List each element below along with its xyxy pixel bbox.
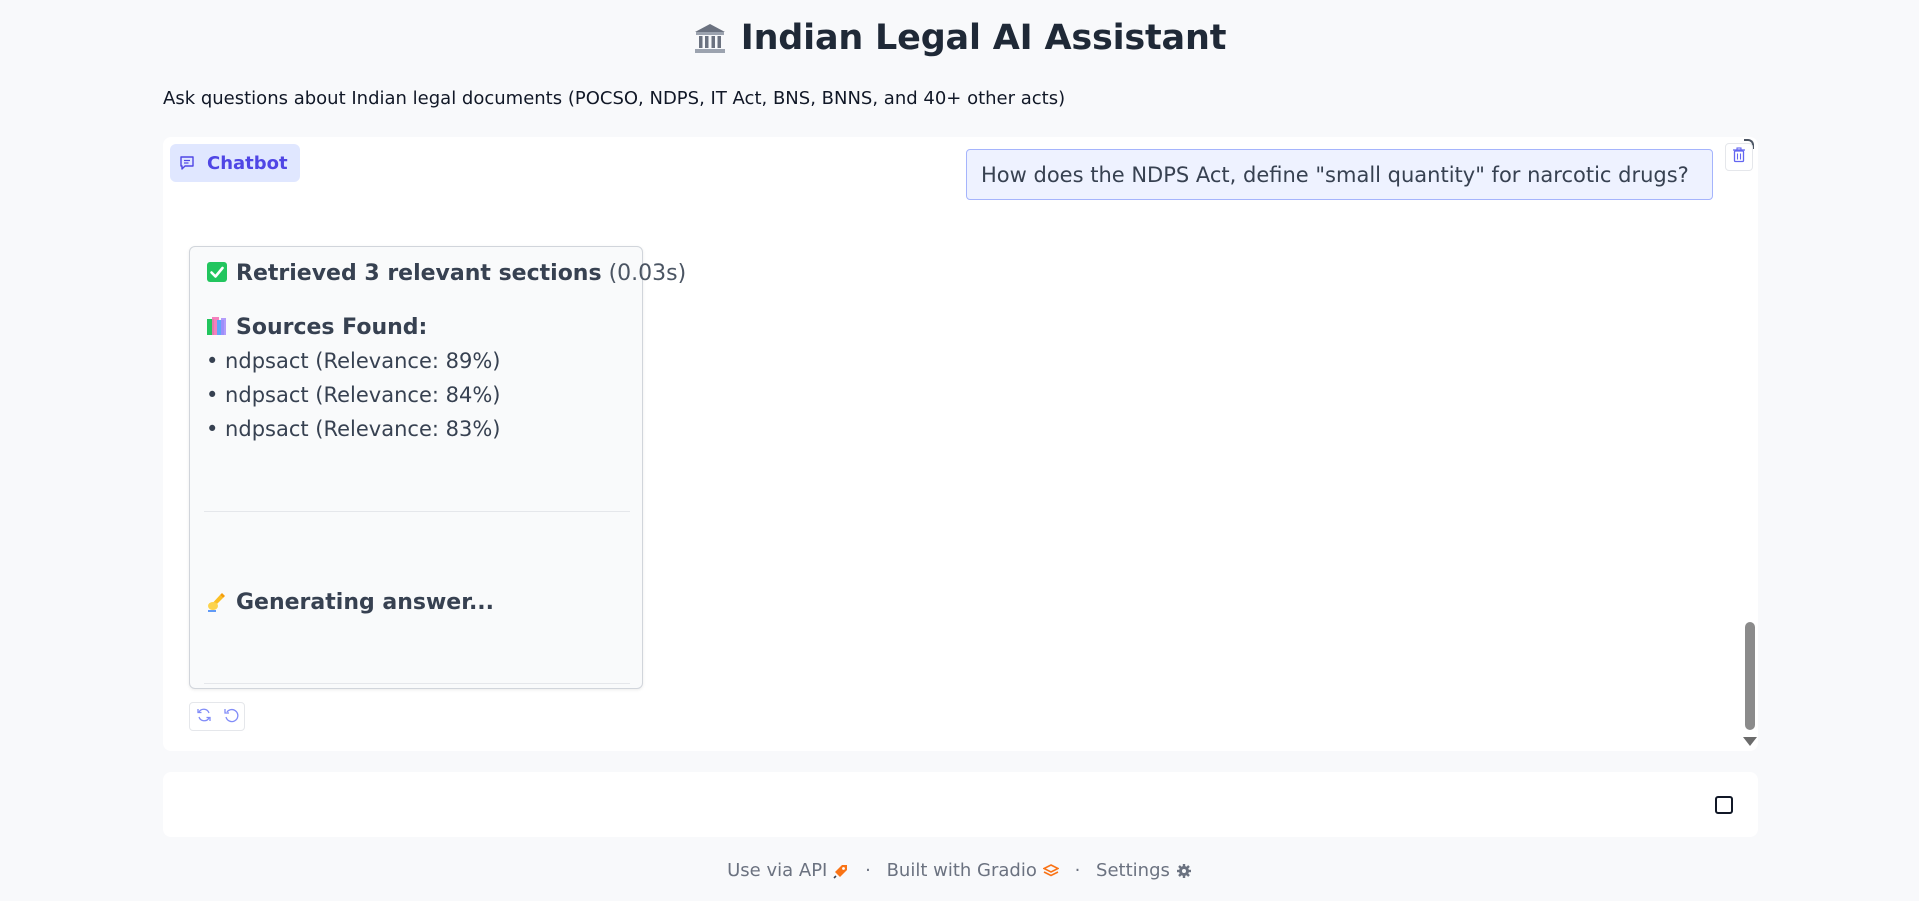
retrieved-time: (0.03s) [608, 261, 687, 286]
retry-icon[interactable] [196, 707, 212, 727]
gradio-logo-icon [1042, 863, 1060, 884]
divider [204, 511, 630, 512]
bot-message: Retrieved 3 relevant sections (0.03s) So… [189, 246, 686, 689]
trash-icon [1732, 147, 1746, 167]
undo-icon[interactable] [223, 707, 239, 727]
page-subtitle: Ask questions about Indian legal documen… [163, 88, 1066, 109]
settings-link[interactable]: Settings [1096, 860, 1192, 881]
classical-building-icon [693, 21, 727, 64]
chatbot-panel[interactable]: Chatbot How does the NDPS Act, define "s… [163, 137, 1758, 751]
settings-link-text: Settings [1096, 860, 1170, 881]
writing-hand-icon [206, 590, 228, 618]
retrieved-count: Retrieved 3 relevant sections [236, 261, 602, 286]
user-message: How does the NDPS Act, define "small qua… [966, 149, 1713, 200]
footer-separator: · [1074, 860, 1081, 881]
check-box-icon [206, 261, 228, 289]
message-input-bar[interactable] [163, 772, 1758, 837]
footer: Use via API · Built with Gradio · Settin… [0, 860, 1919, 884]
api-link-text: Use via API [727, 860, 828, 881]
sources-heading-text: Sources Found: [236, 315, 428, 340]
use-via-api-link[interactable]: Use via API [727, 860, 855, 881]
chatbot-label-text: Chatbot [207, 152, 288, 174]
page-title: Indian Legal AI Assistant [0, 18, 1919, 64]
clear-chat-button[interactable] [1725, 143, 1753, 171]
source-item: • ndpsact (Relevance: 83%) [206, 417, 501, 441]
rocket-icon [833, 863, 849, 884]
sources-heading: Sources Found: [206, 315, 427, 343]
gear-icon [1176, 863, 1192, 884]
source-item: • ndpsact (Relevance: 84%) [206, 383, 501, 407]
divider [204, 683, 630, 684]
footer-separator: · [865, 860, 871, 881]
scrollbar-thumb[interactable] [1745, 622, 1755, 730]
generating-text: Generating answer... [236, 590, 495, 615]
user-message-text: How does the NDPS Act, define "small qua… [981, 162, 1689, 187]
title-text: Indian Legal AI Assistant [740, 18, 1227, 58]
generating-line: Generating answer... [206, 590, 494, 618]
scroll-down-arrow[interactable] [1743, 737, 1757, 746]
retrieved-line: Retrieved 3 relevant sections (0.03s) [206, 261, 686, 289]
message-actions [189, 702, 245, 731]
gradio-link-text: Built with Gradio [886, 860, 1037, 881]
chat-bubble-icon [179, 155, 195, 171]
books-icon [206, 315, 228, 343]
built-with-gradio-link[interactable]: Built with Gradio [887, 860, 1065, 881]
source-item: • ndpsact (Relevance: 89%) [206, 349, 501, 373]
chatbot-label: Chatbot [170, 144, 300, 182]
stop-square-icon[interactable] [1715, 796, 1733, 814]
